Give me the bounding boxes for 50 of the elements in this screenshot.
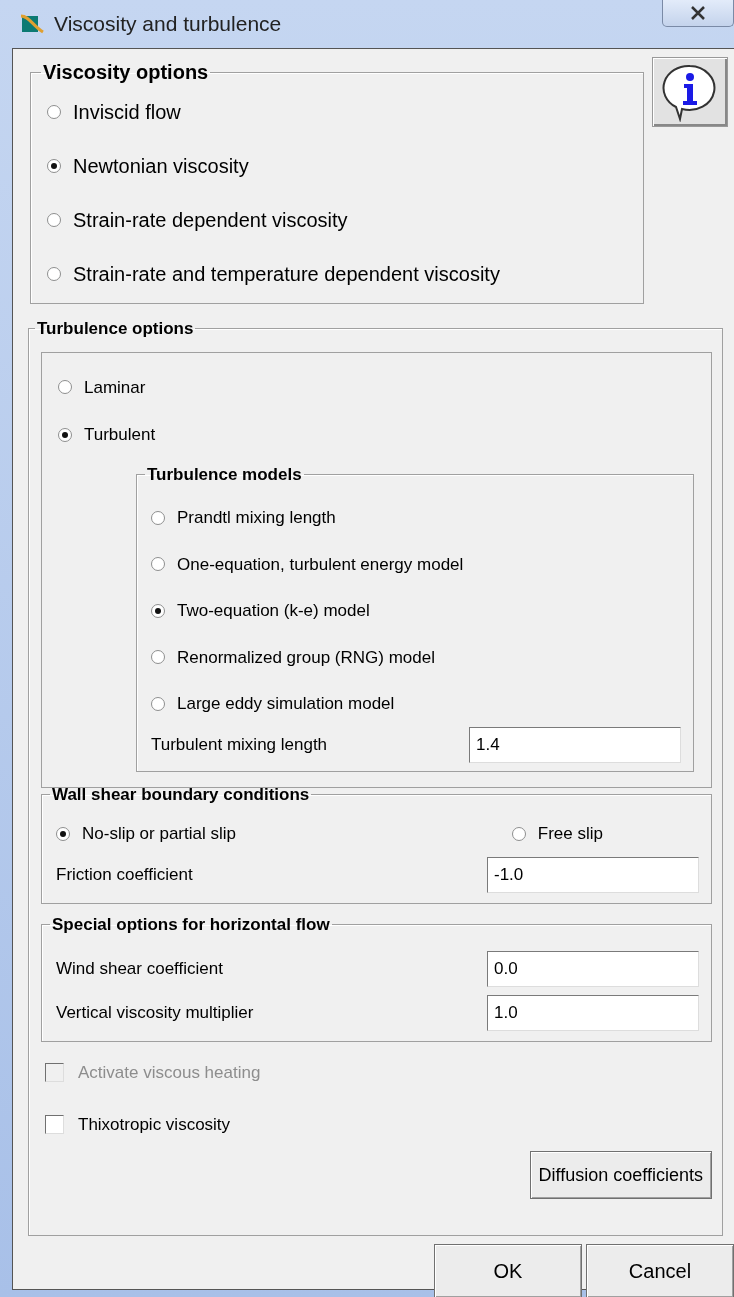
- group-title: Turbulence options: [36, 318, 195, 340]
- radio-button[interactable]: [47, 159, 61, 173]
- radio-button[interactable]: [47, 267, 61, 281]
- radio-button[interactable]: [47, 213, 61, 227]
- group-title: Viscosity options: [42, 60, 210, 85]
- option-label: Turbulent: [84, 424, 156, 446]
- input-field[interactable]: 1.0: [487, 995, 699, 1031]
- checkbox[interactable]: [45, 1114, 64, 1134]
- radio-button[interactable]: [151, 650, 165, 665]
- checkbox-label: Activate viscous heating: [78, 1062, 261, 1084]
- field-label: Wind shear coefficient: [56, 958, 223, 981]
- radio-button[interactable]: [47, 105, 61, 119]
- group-title: Special options for horizontal flow: [51, 913, 331, 936]
- dialog-button[interactable]: Cancel: [586, 1244, 734, 1297]
- diffusion-coefficients-button[interactable]: Diffusion coefficients: [529, 1151, 712, 1199]
- info-button[interactable]: [652, 57, 728, 127]
- close-icon: [690, 5, 706, 20]
- option-label: Newtonian viscosity: [73, 154, 249, 179]
- option-label: One-equation, turbulent energy model: [177, 553, 464, 576]
- mixing-length-field[interactable]: 1.4: [469, 726, 681, 763]
- friction-field[interactable]: -1.0: [487, 856, 699, 893]
- option-label: Two-equation (k-e) model: [177, 600, 370, 622]
- field-label: Vertical viscosity multiplier: [56, 1002, 254, 1025]
- radio-button[interactable]: [56, 826, 70, 841]
- radio-button[interactable]: [151, 696, 165, 711]
- radio-button[interactable]: [58, 427, 72, 442]
- option-label: Prandtl mixing length: [177, 507, 336, 529]
- radio-button[interactable]: [58, 380, 72, 395]
- option-label: Strain-rate dependent viscosity: [73, 208, 348, 233]
- field-label: Friction coefficient: [56, 863, 193, 886]
- option-label: Free slip: [537, 823, 603, 845]
- window-title: Viscosity and turbulence: [54, 11, 282, 38]
- radio-button[interactable]: [151, 557, 165, 572]
- group-title: Turbulence models: [146, 463, 303, 486]
- option-label: Strain-rate and temperature dependent viscosity: [73, 262, 500, 287]
- radio-button[interactable]: [151, 510, 165, 525]
- option-label: Laminar: [84, 376, 146, 399]
- option-label: No-slip or partial slip: [82, 823, 236, 845]
- option-label: Large eddy simulation model: [177, 693, 395, 715]
- radio-button[interactable]: [511, 826, 526, 841]
- dialog-button[interactable]: OK: [434, 1244, 582, 1297]
- close-button[interactable]: [662, 0, 734, 27]
- checkbox-label: Thixotropic viscosity: [78, 1113, 231, 1136]
- option-label: Inviscid flow: [73, 100, 181, 125]
- input-field[interactable]: 0.0: [487, 951, 699, 987]
- group-title: Wall shear boundary conditions: [51, 783, 311, 806]
- option-label: Renormalized group (RNG) model: [177, 646, 435, 669]
- field-label: Turbulent mixing length: [151, 733, 328, 756]
- app-logo-icon: [20, 14, 44, 34]
- radio-button[interactable]: [151, 603, 165, 618]
